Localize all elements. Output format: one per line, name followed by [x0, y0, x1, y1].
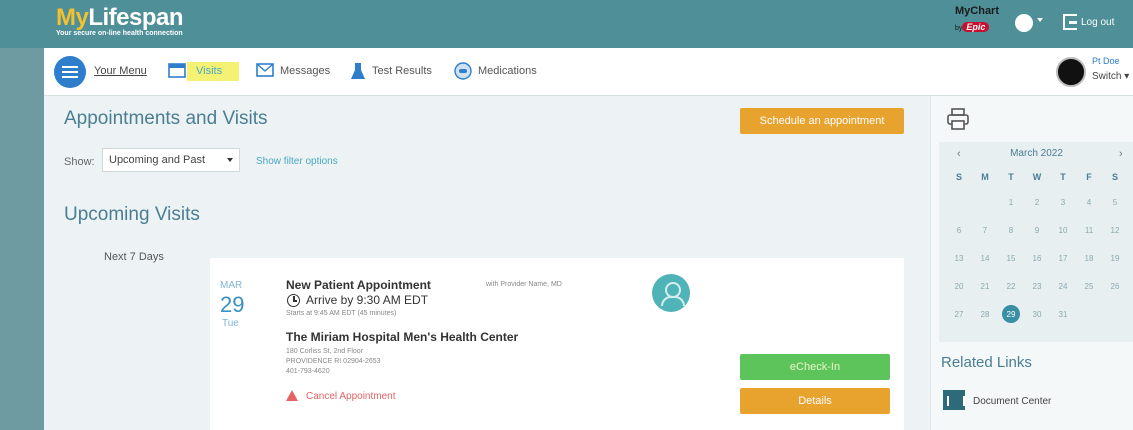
- calendar-day[interactable]: 18: [1079, 254, 1099, 263]
- clock-icon: [287, 294, 300, 307]
- menu-icon[interactable]: [54, 56, 86, 88]
- visit-location: The Miriam Hospital Men's Health Center: [286, 330, 519, 344]
- visit-card: MAR 29 Tue New Patient Appointment with …: [210, 258, 904, 430]
- calendar-day[interactable]: 29: [1001, 310, 1021, 319]
- calendar-day[interactable]: 23: [1027, 282, 1047, 291]
- schedule-appointment-button[interactable]: Schedule an appointment: [740, 108, 904, 134]
- calendar-day[interactable]: 19: [1105, 254, 1125, 263]
- show-label: Show:: [64, 156, 95, 168]
- folder-icon[interactable]: [943, 390, 965, 410]
- calendar-day[interactable]: 7: [975, 226, 995, 235]
- calendar-weekday-header: M: [981, 172, 989, 182]
- details-button[interactable]: Details: [740, 388, 890, 414]
- calendar-day[interactable]: 5: [1105, 198, 1125, 207]
- calendar-day[interactable]: 27: [949, 310, 969, 319]
- calendar-weekday-header: S: [1111, 172, 1118, 182]
- provider-avatar-icon[interactable]: [652, 274, 690, 312]
- calendar-day[interactable]: 4: [1079, 198, 1099, 207]
- appointment-title[interactable]: New Patient Appointment: [286, 278, 431, 292]
- mychart-epic-logo: MyChart by Epic: [955, 5, 1000, 32]
- calendar-day[interactable]: 14: [975, 254, 995, 263]
- logout-icon[interactable]: [1063, 14, 1077, 30]
- calendar-day[interactable]: 25: [1079, 282, 1099, 291]
- calendar-day[interactable]: 24: [1053, 282, 1073, 291]
- cancel-appointment-link[interactable]: Cancel Appointment: [306, 391, 396, 402]
- main-navigation: Your Menu Visits Messages Test Results M…: [44, 48, 1133, 96]
- calendar-day[interactable]: 6: [949, 226, 969, 235]
- top-banner: MyLifespan Your secure on-line health co…: [0, 0, 1133, 48]
- calendar-month-label: March 2022: [1010, 148, 1063, 159]
- switch-user-menu[interactable]: Switch ▾: [1092, 71, 1129, 82]
- page-title: Appointments and Visits: [64, 108, 268, 129]
- calendar-day[interactable]: 9: [1027, 226, 1047, 235]
- envelope-icon[interactable]: [256, 62, 274, 78]
- calendar-day[interactable]: 31: [1053, 310, 1073, 319]
- address-line: 180 Corliss St, 2nd Floor: [286, 348, 364, 355]
- document-center-link[interactable]: Document Center: [973, 396, 1051, 407]
- pill-icon[interactable]: [454, 62, 472, 80]
- calendar-day[interactable]: 12: [1105, 226, 1125, 235]
- related-links-heading: Related Links: [941, 354, 1032, 371]
- calendar-weekday-header: T: [1060, 172, 1066, 182]
- calendar-day[interactable]: 11: [1079, 226, 1099, 235]
- show-filter-select[interactable]: Upcoming and Past: [102, 148, 240, 172]
- globe-icon[interactable]: [1015, 14, 1033, 32]
- calendar-widget: ‹ March 2022 › S M T W T F S 1 2 3 4 5 6 7 8 9 10 11 12 13 1…: [939, 142, 1133, 342]
- calendar-weekday-header: S: [955, 172, 962, 182]
- calendar-day[interactable]: 30: [1027, 310, 1047, 319]
- calendar-day[interactable]: 20: [949, 282, 969, 291]
- visit-weekday: Tue: [222, 318, 239, 329]
- calendar-day[interactable]: 26: [1105, 282, 1125, 291]
- printer-icon[interactable]: [947, 108, 969, 130]
- appointment-provider: with Provider Name, MD: [486, 281, 562, 288]
- mylifespan-logo[interactable]: MyLifespan Your secure on-line health co…: [56, 4, 184, 37]
- calendar-weekday-header: T: [1008, 172, 1014, 182]
- calendar-icon[interactable]: [168, 62, 186, 78]
- nav-messages[interactable]: Messages: [280, 65, 330, 77]
- calendar-day[interactable]: 1: [1001, 198, 1021, 207]
- show-filter-options-link[interactable]: Show filter options: [256, 156, 338, 167]
- address-line: PROVIDENCE RI 02904-2653: [286, 358, 381, 365]
- calendar-day[interactable]: 22: [1001, 282, 1021, 291]
- main-content: Appointments and Visits Schedule an appo…: [44, 96, 930, 430]
- visit-month: MAR: [220, 280, 243, 291]
- visit-day: 29: [220, 292, 245, 317]
- calendar-weekday-header: W: [1032, 172, 1042, 182]
- calendar-day[interactable]: 3: [1053, 198, 1073, 207]
- user-name[interactable]: Pt Doe: [1092, 56, 1120, 66]
- left-margin: [0, 48, 44, 430]
- user-avatar[interactable]: [1056, 57, 1086, 87]
- phone-number: 401-793-4620: [286, 368, 330, 375]
- calendar-day[interactable]: 13: [949, 254, 969, 263]
- chevron-down-icon: [227, 158, 233, 162]
- calendar-next-month[interactable]: ›: [1119, 148, 1123, 160]
- calendar-day[interactable]: 8: [1001, 226, 1021, 235]
- nav-medications[interactable]: Medications: [478, 65, 537, 77]
- your-menu-link[interactable]: Your Menu: [94, 65, 147, 77]
- logout-link[interactable]: Log out: [1081, 17, 1114, 28]
- start-time: Starts at 9:45 AM EDT (45 minutes): [286, 310, 397, 317]
- calendar-day[interactable]: 10: [1053, 226, 1073, 235]
- flask-icon[interactable]: [350, 62, 366, 80]
- echeckin-button[interactable]: eCheck-In: [740, 354, 890, 380]
- chevron-down-icon[interactable]: [1037, 18, 1043, 22]
- logo-tagline: Your secure on-line health connection: [56, 30, 183, 37]
- warning-icon: [286, 390, 298, 401]
- calendar-day[interactable]: 21: [975, 282, 995, 291]
- next-7-days-label: Next 7 Days: [104, 251, 164, 263]
- calendar-weekday-header: F: [1086, 172, 1092, 182]
- calendar-day[interactable]: 15: [1001, 254, 1021, 263]
- right-sidebar: ‹ March 2022 › S M T W T F S 1 2 3 4 5 6 7 8 9 10 11 12 13 1…: [930, 96, 1133, 430]
- calendar-day[interactable]: 28: [975, 310, 995, 319]
- nav-visits[interactable]: Visits: [196, 65, 222, 77]
- nav-test-results[interactable]: Test Results: [372, 65, 432, 77]
- calendar-day[interactable]: 16: [1027, 254, 1047, 263]
- arrival-time: Arrive by 9:30 AM EDT: [306, 293, 429, 307]
- upcoming-visits-heading: Upcoming Visits: [64, 204, 200, 225]
- calendar-day[interactable]: 2: [1027, 198, 1047, 207]
- calendar-day[interactable]: 17: [1053, 254, 1073, 263]
